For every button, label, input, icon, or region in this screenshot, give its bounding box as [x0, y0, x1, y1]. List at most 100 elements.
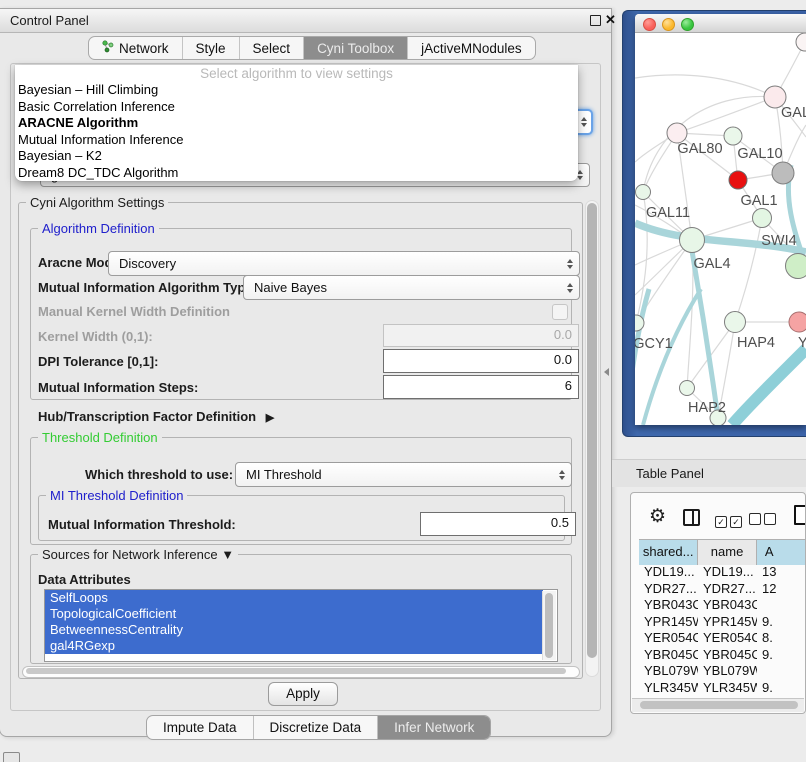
- screen: Control Panel ✕ Network Style: [0, 0, 806, 762]
- dropdown-item-selected[interactable]: ARACNE Algorithm: [15, 115, 578, 132]
- splitpane-divider-arrow[interactable]: [604, 368, 609, 376]
- kernel-width-input[interactable]: 0.0: [383, 324, 579, 347]
- node-label: GAL: [781, 105, 806, 121]
- network-icon: [102, 37, 114, 60]
- columns-icon[interactable]: [683, 509, 700, 526]
- dropdown-item[interactable]: Dream8 DC_TDC Algorithm: [15, 165, 578, 182]
- gear-icon[interactable]: ⚙: [649, 507, 666, 526]
- apply-button[interactable]: Apply: [268, 682, 338, 706]
- table-row: YDL19...YDL19...13: [639, 564, 805, 581]
- network-window-titlebar[interactable]: [635, 14, 806, 33]
- node-gray: [772, 162, 794, 184]
- node-gal10: [724, 127, 742, 145]
- dpi-tolerance-label: DPI Tolerance [0,1]:: [38, 354, 158, 369]
- minimize-traffic-light[interactable]: [662, 18, 675, 31]
- table-horizontal-scrollbar[interactable]: [632, 698, 804, 712]
- aracne-mode-value: Discovery: [119, 256, 176, 271]
- node-gal80: [667, 123, 687, 143]
- dropdown-item[interactable]: Bayesian – Hill Climbing: [15, 82, 578, 99]
- tab-network-label: Network: [119, 37, 169, 60]
- table-row: YBL079WYBL079W: [639, 663, 805, 680]
- tab-cyni-toolbox-label: Cyni Toolbox: [317, 37, 394, 60]
- node-label: GAL10: [737, 146, 782, 162]
- dropdown-item[interactable]: Mutual Information Inference: [15, 132, 578, 149]
- node-salmon: [789, 312, 806, 332]
- tab-style[interactable]: Style: [182, 37, 239, 59]
- node-hap2: [680, 381, 695, 396]
- data-attributes-list[interactable]: SelfLoops TopologicalCoefficient Between…: [44, 589, 558, 662]
- node-table-header: shared... name A: [639, 539, 805, 565]
- tab-cyni-toolbox[interactable]: Cyni Toolbox: [303, 37, 407, 59]
- mi-type-value: Naive Bayes: [254, 280, 327, 295]
- mi-steps-input[interactable]: 6: [383, 375, 579, 399]
- zoom-traffic-light[interactable]: [681, 18, 694, 31]
- table-row: YBR045CYBR045C9.: [639, 647, 805, 664]
- node-gal11: [636, 185, 651, 200]
- mi-threshold-label: Mutual Information Threshold:: [48, 517, 236, 532]
- dropdown-placeholder: Select algorithm to view settings: [15, 65, 578, 82]
- close-icon[interactable]: ✕: [605, 12, 616, 28]
- manual-kernel-checkbox[interactable]: [552, 304, 568, 320]
- tab-style-label: Style: [196, 37, 226, 60]
- mi-type-combobox[interactable]: Naive Bayes: [243, 275, 580, 300]
- tab-infer-network[interactable]: Infer Network: [377, 716, 490, 739]
- which-threshold-value: MI Threshold: [246, 467, 322, 482]
- control-panel-tabbar: Network Style Select Cyni Toolbox jActiv…: [88, 36, 536, 60]
- node-hap4: [725, 312, 746, 333]
- tab-discretize-data[interactable]: Discretize Data: [253, 716, 378, 739]
- settings-vertical-scrollbar-thumb[interactable]: [587, 203, 597, 658]
- which-threshold-label: Which threshold to use:: [85, 467, 233, 482]
- document-icon[interactable]: [794, 505, 806, 525]
- float-window-icon[interactable]: [590, 15, 601, 26]
- control-panel-title: Control Panel: [10, 13, 89, 28]
- manual-kernel-label: Manual Kernel Width Definition: [38, 304, 230, 319]
- table-panel: ⚙ ✓✓ shared... name A YDL19...YDL19...13…: [630, 492, 806, 714]
- algorithm-definition-legend: Algorithm Definition: [38, 221, 159, 236]
- close-traffic-light[interactable]: [643, 18, 656, 31]
- dropdown-item[interactable]: Basic Correlation Inference: [15, 99, 578, 116]
- settings-horizontal-scrollbar[interactable]: [22, 666, 580, 678]
- node-label: GCY1: [635, 336, 673, 352]
- node-green-right: [786, 254, 806, 279]
- tab-network[interactable]: Network: [89, 37, 182, 59]
- control-panel-titlebar[interactable]: Control Panel ✕: [0, 9, 611, 33]
- tab-jactivemnodules-label: jActiveMNodules: [421, 37, 522, 60]
- sources-legend[interactable]: Sources for Network Inference ▼: [38, 547, 238, 562]
- network-thick-edges: [635, 165, 806, 425]
- dropdown-item[interactable]: Bayesian – K2: [15, 148, 578, 165]
- column-header-name[interactable]: name: [697, 540, 756, 565]
- list-vertical-scrollbar[interactable]: [542, 591, 556, 660]
- node-label: GAL11: [646, 205, 690, 221]
- dpi-tolerance-input[interactable]: 0.0: [383, 349, 579, 373]
- control-panel-window: Control Panel ✕ Network Style: [0, 8, 612, 737]
- which-threshold-combobox[interactable]: MI Threshold: [235, 462, 572, 487]
- node-red-selected: [729, 171, 747, 189]
- deselect-all-checks-icon[interactable]: [749, 512, 779, 530]
- tab-impute-data[interactable]: Impute Data: [147, 716, 253, 739]
- select-all-checks-icon[interactable]: ✓✓: [715, 512, 745, 530]
- list-item[interactable]: BetweennessCentrality: [45, 622, 543, 638]
- combo-stepper-icon: [561, 258, 579, 270]
- minimized-panel-fragment[interactable]: [3, 752, 20, 762]
- aracne-mode-combobox[interactable]: Discovery: [108, 251, 580, 276]
- network-canvas[interactable]: GAL GAL80 GAL10 GAL1 GAL11 SWI4 GAL4 GCY…: [635, 33, 806, 425]
- column-header-shared-name[interactable]: shared...: [639, 540, 697, 565]
- hub-factor-expander[interactable]: Hub/Transcription Factor Definition ▶: [38, 409, 274, 424]
- list-item[interactable]: SelfLoops: [45, 590, 543, 606]
- tab-jactivemnodules[interactable]: jActiveMNodules: [407, 37, 535, 59]
- network-window: GAL GAL80 GAL10 GAL1 GAL11 SWI4 GAL4 GCY…: [635, 14, 806, 425]
- column-header-partial[interactable]: A: [756, 540, 805, 565]
- mi-threshold-input[interactable]: 0.5: [420, 512, 576, 536]
- cyni-algorithm-settings-legend: Cyni Algorithm Settings: [26, 195, 168, 210]
- expander-arrow-icon: ▶: [266, 412, 274, 424]
- node-label: GAL80: [677, 141, 722, 157]
- node-table-rows[interactable]: YDL19...YDL19...13 YDR27...YDR27...12 YB…: [639, 564, 805, 706]
- list-item[interactable]: TopologicalCoefficient: [45, 606, 543, 622]
- list-item[interactable]: gal4RGexp: [45, 638, 543, 654]
- table-panel-bar[interactable]: Table Panel: [612, 459, 806, 487]
- tab-select[interactable]: Select: [239, 37, 304, 59]
- table-row: YDR27...YDR27...12: [639, 581, 805, 598]
- algorithm-combobox-fragment[interactable]: [577, 109, 593, 135]
- node: [796, 33, 806, 51]
- node-label: HAP2: [688, 400, 726, 416]
